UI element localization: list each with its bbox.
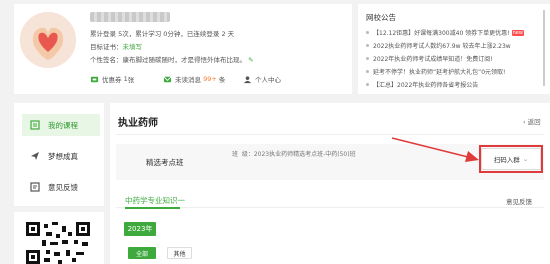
bullet-icon xyxy=(366,83,369,86)
notice-item[interactable]: 延考不停学！执业药师“延考护航大礼包”0元领取! xyxy=(366,67,505,76)
year-selector[interactable]: 2023年 xyxy=(124,222,156,236)
notice-item-text: 2022年执业药师考试成绩早知道！免费订阅! xyxy=(373,56,493,63)
filter-all[interactable]: 全部 xyxy=(128,247,156,259)
back-label: 返回 xyxy=(527,118,541,126)
class-info: 班 级：2023执业药师精选考点班-中药(50)班 xyxy=(232,151,356,159)
user-icon xyxy=(243,75,252,83)
message-count: 99+ xyxy=(203,75,217,83)
tab-active-indicator xyxy=(125,207,180,209)
notice-item-text: 2022执业药师考试人数约67.9w 较去年上涨2.23w xyxy=(373,43,511,50)
sidebar-item-label: 我的课程 xyxy=(48,120,78,130)
class-info-prefix: 班 xyxy=(232,151,239,158)
notice-item-text: 【12.12钜惠】好课每满300减40 领券下单更优惠! xyxy=(373,30,510,37)
sidebar-item-label: 梦想成真 xyxy=(48,151,78,161)
notice-item[interactable]: 【12.12钜惠】好课每满300减40 领券下单更优惠! new xyxy=(366,28,524,37)
filter-other[interactable]: 其他 xyxy=(167,247,192,259)
stats-line: 累计登录 5次，累计学习 0分钟，已连续登录 2 天 xyxy=(90,30,235,38)
bullet-icon xyxy=(366,57,369,60)
class-name[interactable]: 精选考点班 xyxy=(146,157,184,168)
sidebar-item-dream[interactable]: 梦想成真 xyxy=(22,145,100,167)
signature-label: 个性签名： xyxy=(90,56,123,64)
notice-item-text: 延考不停学！执业药师“延考护航大礼包”0元领取! xyxy=(373,69,506,76)
notice-item[interactable]: 2022执业药师考试人数约67.9w 较去年上涨2.23w xyxy=(366,41,511,50)
coupon-label: 优惠券 xyxy=(102,76,122,84)
bullet-icon xyxy=(366,31,369,34)
sidebar-item-label: 意见反馈 xyxy=(48,182,78,192)
edit-pencil-icon[interactable]: ✎ xyxy=(248,56,253,64)
signature: 个性签名：康布脚过随碳随时，才是得悟外体布比现。 ✎ xyxy=(90,56,254,64)
qr-code-icon xyxy=(26,222,90,264)
message-label: 未读消息 xyxy=(175,76,201,84)
message-icon xyxy=(163,75,172,82)
bullet-icon xyxy=(366,44,369,47)
sidebar-item-my-courses[interactable]: 我的课程 xyxy=(22,114,100,136)
signature-text: 康布脚过随碳随时，才是得悟外体布比现。 xyxy=(122,56,247,64)
target-label: 目标证书： xyxy=(90,43,123,51)
notice-item-text: 【汇总】2022年执业药师各省考报公告 xyxy=(373,82,479,89)
message-unit: 条 xyxy=(218,76,226,84)
coupon-unit: 张 xyxy=(127,76,135,84)
notice-scrollbar[interactable] xyxy=(543,10,545,86)
new-badge: new xyxy=(511,29,524,36)
send-icon xyxy=(30,151,40,161)
avatar[interactable] xyxy=(20,12,76,68)
notice-title: 网校公告 xyxy=(366,13,396,22)
highlight-annotation xyxy=(479,145,543,173)
target-value[interactable]: 未填写 xyxy=(123,43,143,51)
feedback-link[interactable]: 意见反馈 xyxy=(506,196,532,206)
book-icon xyxy=(30,120,40,130)
notice-item[interactable]: 2022年执业药师考试成绩早知道！免费订阅! xyxy=(366,54,493,63)
messages-link[interactable]: 未读消息 99+ 条 xyxy=(163,74,225,84)
notice-item[interactable]: 【汇总】2022年执业药师各省考报公告 xyxy=(366,80,478,89)
username-blurred xyxy=(90,12,170,22)
bullet-icon xyxy=(366,70,369,73)
class-info-text: 级：2023执业药师精选考点班-中药(50)班 xyxy=(241,151,356,158)
coupon-icon xyxy=(90,76,99,82)
user-center-label: 个人中心 xyxy=(255,76,281,84)
annotation-arrow-icon xyxy=(391,137,479,162)
target-certificate: 目标证书：未填写 xyxy=(90,43,142,51)
tab-subject[interactable]: 中药学专业知识一 xyxy=(125,195,185,206)
main-card xyxy=(110,103,550,264)
back-link[interactable]: ‹ 返回 xyxy=(523,116,541,126)
sidebar-item-feedback[interactable]: 意见反馈 xyxy=(22,176,100,198)
page-title: 执业药师 xyxy=(118,118,158,129)
user-center-link[interactable]: 个人中心 xyxy=(243,74,281,84)
coupon-link[interactable]: 优惠券 1张 xyxy=(90,74,134,84)
feedback-icon xyxy=(30,182,40,192)
